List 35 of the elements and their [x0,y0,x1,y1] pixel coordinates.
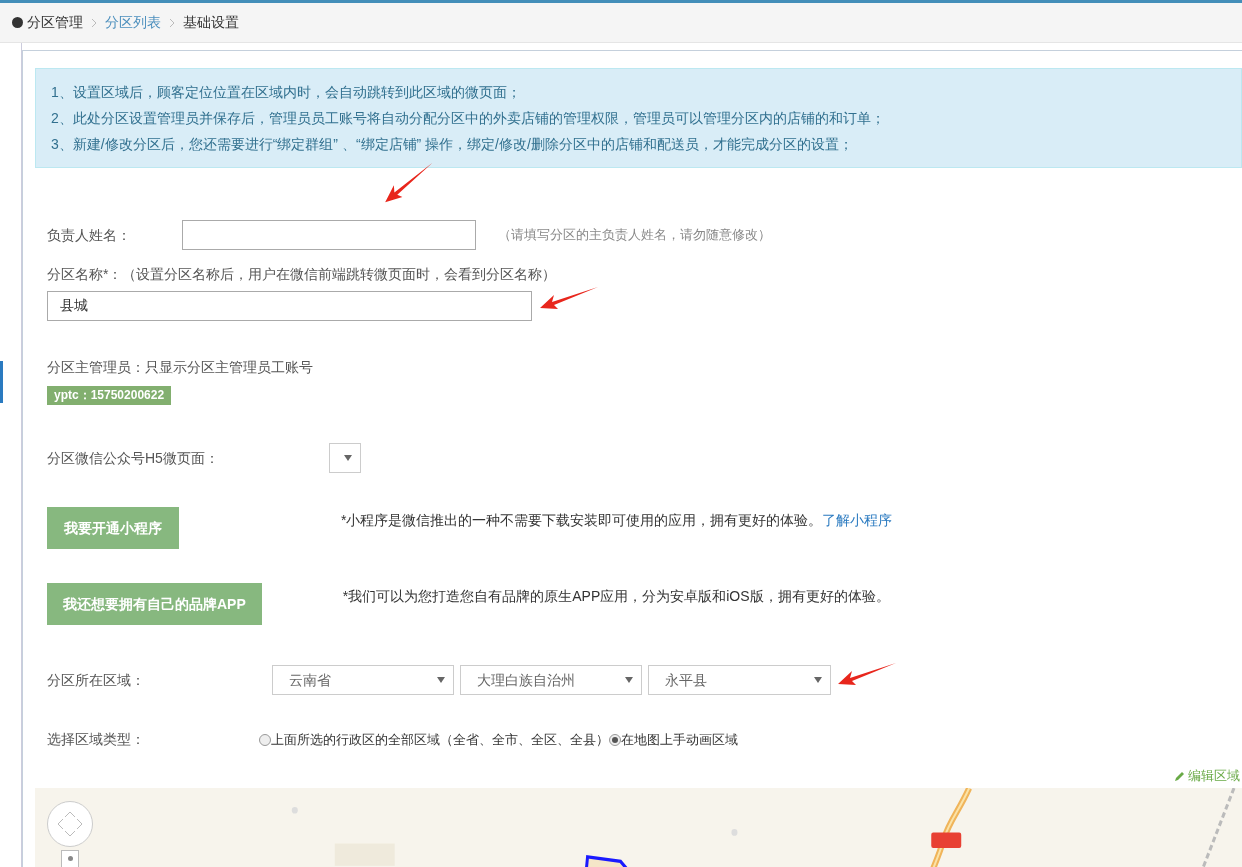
promo-text: *小程序是微信推出的一种不需要下载安装即可使用的应用，拥有更好的体验。了解小程序 [341,511,893,530]
hint-text: （请填写分区的主负责人姓名，请勿随意修改） [498,226,771,245]
field-label: 分区微信公众号H5微页面： [47,448,220,468]
arrow-drawing [836,660,898,688]
dropdown[interactable]: 云南省 [272,665,454,695]
promo-text: *我们可以为您打造您自有品牌的原生APP应用，分为安卓版和iOS版，拥有更好的体验。 [342,587,890,606]
field-label: 选择区域类型： [47,730,146,749]
notice-text: 2、此处分区设置管理员并保存后，管理员员工账号将自动分配分区中的外卖店铺的管理权限，管理员可以管理分区内的店铺的和订单； [51,109,886,128]
sidebar-marker [0,361,3,403]
caret-icon [437,677,445,683]
dropdown[interactable]: 大理白族自治州 [460,665,642,695]
dropdown[interactable] [329,443,361,473]
caret-icon [625,677,633,683]
arrow-drawing [538,284,600,312]
field-label: 负责人姓名： [47,225,132,245]
pencil-icon [1174,769,1186,782]
caret-icon [814,677,822,683]
area-name-input[interactable]: 县城 [47,291,532,321]
radio-option[interactable]: 上面所选的行政区的全部区域（全省、全市、全区、全县） [259,729,609,750]
radio-option[interactable]: 在地图上手动画区域 [609,729,738,750]
field-label: 分区名称*：（设置分区名称后，用户在微信前端跳转微页面时，会看到分区名称） [47,265,558,284]
chevron-icon [91,17,97,28]
field-label: 分区所在区域： [47,670,146,690]
name-input[interactable] [182,220,476,250]
breadcrumb-item: 基础设置 [183,13,239,32]
chevron-icon [169,17,175,28]
field-label: 分区主管理员：只显示分区主管理员工账号 [47,358,314,377]
breadcrumb-item[interactable]: 分区管理 [27,12,83,33]
notice-text: 3、新建/修改分区后，您还需要进行“绑定群组” 、“绑定店铺” 操作，绑定/修改/删除分区中的店铺和配送员，才能完成分区的设置； [51,135,854,154]
learn-link[interactable]: 了解小程序 [822,512,893,528]
caret-icon [344,455,352,461]
breadcrumb-item[interactable]: 分区列表 [105,12,161,33]
dropdown[interactable]: 永平县 [648,665,831,695]
notice-text: 1、设置区域后，顾客定位位置在区域内时，会自动跳转到此区域的微页面； [51,83,522,102]
account-badge: yptc：15750200622 [47,386,172,405]
